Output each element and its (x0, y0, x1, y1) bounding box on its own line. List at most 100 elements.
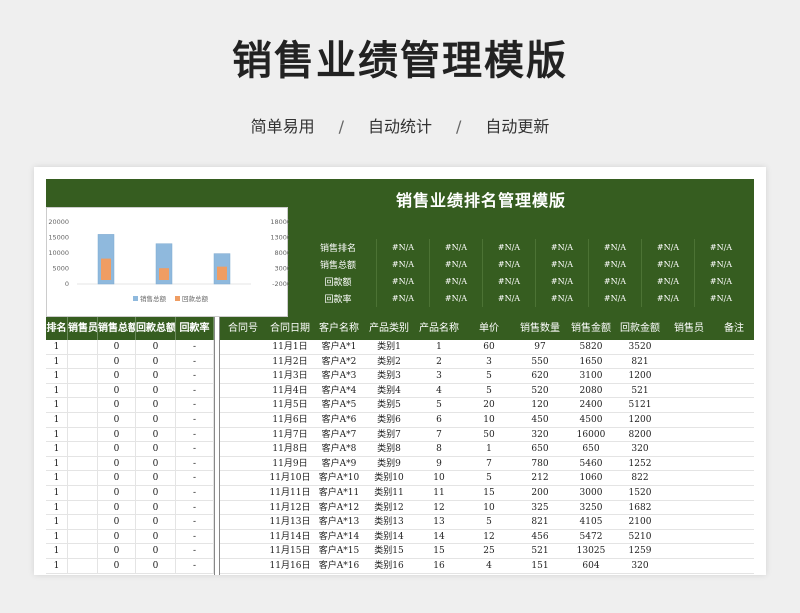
table-cell[interactable]: 0 (136, 471, 176, 485)
table-cell[interactable]: 客户A*9 (314, 457, 364, 471)
table-cell[interactable] (664, 398, 714, 412)
table-cell[interactable]: 521 (616, 384, 664, 398)
table-cell[interactable]: 16000 (566, 428, 616, 442)
table-cell[interactable]: 8 (414, 442, 464, 456)
summary-cell[interactable]: #N/A (588, 256, 641, 273)
table-cell[interactable]: 11月16日 (266, 559, 314, 573)
table-cell[interactable]: 类别2 (364, 355, 414, 369)
table-cell[interactable]: 6 (414, 413, 464, 427)
table-cell[interactable]: 15 (464, 486, 514, 500)
table-cell[interactable]: 1060 (566, 471, 616, 485)
table-cell[interactable]: 1 (46, 412, 68, 427)
table-cell[interactable] (664, 515, 714, 529)
table-cell[interactable] (68, 558, 98, 573)
table-cell[interactable]: 5460 (566, 457, 616, 471)
table-cell[interactable] (664, 340, 714, 354)
table-cell[interactable]: 11月6日 (266, 413, 314, 427)
table-cell[interactable] (68, 427, 98, 442)
table-cell[interactable] (714, 457, 754, 471)
table-cell[interactable] (220, 457, 266, 471)
table-cell[interactable]: 10 (414, 471, 464, 485)
table-cell[interactable]: - (176, 442, 214, 456)
table-cell[interactable]: 类别8 (364, 442, 414, 456)
table-cell[interactable]: 3520 (616, 340, 664, 354)
table-cell[interactable] (664, 413, 714, 427)
table-cell[interactable]: 11月2日 (266, 355, 314, 369)
summary-cell[interactable]: #N/A (376, 290, 429, 307)
summary-cell[interactable]: #N/A (429, 239, 482, 256)
table-cell[interactable] (220, 413, 266, 427)
table-cell[interactable]: 客户A*5 (314, 398, 364, 412)
header-cell[interactable]: 产品名称 (414, 317, 464, 340)
table-cell[interactable] (220, 486, 266, 500)
table-cell[interactable]: - (176, 500, 214, 515)
table-cell[interactable] (664, 428, 714, 442)
table-cell[interactable]: 10 (464, 413, 514, 427)
table-cell[interactable]: 4 (464, 559, 514, 573)
table-cell[interactable] (714, 384, 754, 398)
table-cell[interactable]: 1 (46, 427, 68, 442)
table-cell[interactable]: 客户A*6 (314, 413, 364, 427)
table-cell[interactable] (68, 515, 98, 529)
table-cell[interactable] (68, 340, 98, 354)
table-cell[interactable]: 0 (98, 354, 136, 369)
table-cell[interactable] (714, 428, 754, 442)
table-cell[interactable]: 16 (414, 559, 464, 573)
table-cell[interactable]: 类别3 (364, 369, 414, 383)
table-cell[interactable]: 151 (514, 559, 566, 573)
table-cell[interactable] (220, 471, 266, 485)
table-cell[interactable]: 0 (98, 369, 136, 383)
table-cell[interactable]: 3 (464, 355, 514, 369)
table-cell[interactable] (68, 398, 98, 412)
header-cell[interactable]: 销售员 (664, 317, 714, 340)
table-cell[interactable]: 类别13 (364, 515, 414, 529)
table-cell[interactable]: 0 (98, 383, 136, 398)
summary-cell[interactable]: #N/A (376, 273, 429, 290)
table-cell[interactable]: - (176, 471, 214, 485)
table-cell[interactable]: - (176, 544, 214, 558)
table-cell[interactable]: 2100 (616, 515, 664, 529)
table-cell[interactable]: 650 (514, 442, 566, 456)
table-cell[interactable]: 5820 (566, 340, 616, 354)
table-cell[interactable]: 类别4 (364, 384, 414, 398)
table-cell[interactable]: - (176, 383, 214, 398)
table-cell[interactable] (220, 559, 266, 573)
table-cell[interactable]: 客户A*11 (314, 486, 364, 500)
summary-cell[interactable]: #N/A (482, 273, 535, 290)
summary-cell[interactable]: #N/A (429, 256, 482, 273)
table-cell[interactable]: 0 (136, 369, 176, 383)
table-cell[interactable]: 0 (136, 340, 176, 354)
table-cell[interactable] (220, 384, 266, 398)
table-cell[interactable]: - (176, 485, 214, 500)
table-cell[interactable]: 320 (514, 428, 566, 442)
summary-cell[interactable]: #N/A (694, 239, 747, 256)
table-cell[interactable]: 1 (46, 558, 68, 573)
table-cell[interactable]: 4 (414, 384, 464, 398)
summary-cell[interactable]: #N/A (482, 290, 535, 307)
table-cell[interactable]: 1259 (616, 544, 664, 558)
table-cell[interactable]: 11月12日 (266, 501, 314, 515)
table-cell[interactable]: 3000 (566, 486, 616, 500)
table-cell[interactable]: 11 (414, 486, 464, 500)
table-cell[interactable]: 450 (514, 413, 566, 427)
header-cell[interactable]: 销售总额 (98, 317, 136, 340)
table-cell[interactable] (220, 369, 266, 383)
table-cell[interactable] (714, 486, 754, 500)
summary-cell[interactable]: #N/A (376, 239, 429, 256)
table-cell[interactable]: 11月5日 (266, 398, 314, 412)
table-cell[interactable]: 1 (46, 544, 68, 558)
table-cell[interactable]: 类别12 (364, 501, 414, 515)
header-cell[interactable]: 回款金额 (616, 317, 664, 340)
table-cell[interactable]: 2 (414, 355, 464, 369)
summary-cell[interactable]: #N/A (588, 290, 641, 307)
table-cell[interactable]: - (176, 398, 214, 412)
table-cell[interactable]: 2080 (566, 384, 616, 398)
table-cell[interactable]: 客户A*3 (314, 369, 364, 383)
table-cell[interactable]: 0 (136, 412, 176, 427)
table-cell[interactable]: - (176, 369, 214, 383)
table-cell[interactable]: 类别15 (364, 544, 414, 558)
table-cell[interactable]: 类别16 (364, 559, 414, 573)
table-cell[interactable]: - (176, 427, 214, 442)
table-cell[interactable]: 320 (616, 559, 664, 573)
table-cell[interactable]: 0 (98, 471, 136, 485)
